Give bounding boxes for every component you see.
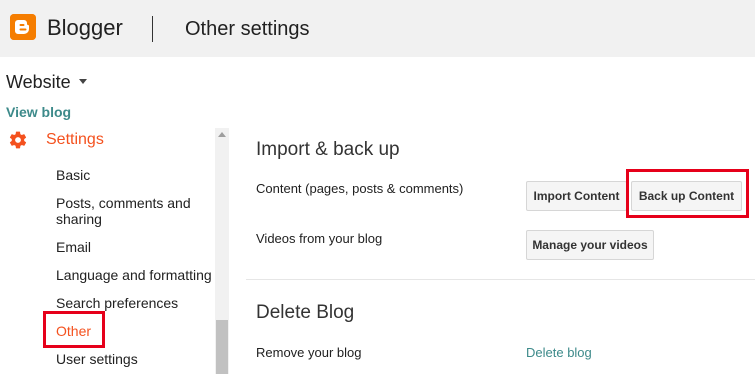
- delete-blog-link[interactable]: Delete blog: [526, 345, 592, 361]
- sidebar-item-settings-label: Settings: [46, 131, 104, 148]
- sidebar-item-label-line2: sharing: [56, 211, 102, 227]
- manage-videos-button[interactable]: Manage your videos: [526, 230, 654, 260]
- top-bar: Blogger Other settings: [0, 0, 755, 57]
- sidebar-item-user-settings[interactable]: User settings: [56, 351, 138, 367]
- remove-blog-label: Remove your blog: [256, 345, 362, 360]
- highlight-box-other: [43, 311, 105, 348]
- delete-blog-title: Delete Blog: [256, 302, 355, 323]
- sidebar-item-basic[interactable]: Basic: [56, 167, 90, 183]
- import-backup-title: Import & back up: [256, 139, 400, 160]
- blog-name: Website: [6, 72, 71, 92]
- highlight-box-backup: [626, 169, 749, 218]
- header-divider: [152, 16, 153, 42]
- view-blog-link[interactable]: View blog: [6, 103, 71, 121]
- brand-name[interactable]: Blogger: [47, 14, 123, 42]
- sidebar-item-search-preferences[interactable]: Search preferences: [56, 295, 178, 311]
- section-divider: [246, 279, 755, 280]
- sidebar-item-email[interactable]: Email: [56, 239, 91, 255]
- sidebar-item-language-formatting[interactable]: Language and formatting: [56, 267, 212, 283]
- sidebar-item-label: Posts, comments and: [56, 195, 191, 211]
- scroll-up-arrow-icon[interactable]: [218, 132, 226, 137]
- blog-selector[interactable]: Website: [6, 70, 87, 94]
- import-content-button[interactable]: Import Content: [526, 181, 627, 211]
- scrollbar-thumb[interactable]: [216, 320, 228, 374]
- chevron-down-icon: [78, 78, 87, 84]
- sidebar-item-posts-comments-sharing[interactable]: Posts, comments and sharing: [56, 195, 191, 227]
- gear-icon: [9, 131, 27, 149]
- videos-label: Videos from your blog: [256, 231, 383, 246]
- content-label: Content (pages, posts & comments): [256, 181, 464, 196]
- page-title: Other settings: [185, 18, 310, 40]
- blogger-logo-icon[interactable]: [10, 14, 36, 40]
